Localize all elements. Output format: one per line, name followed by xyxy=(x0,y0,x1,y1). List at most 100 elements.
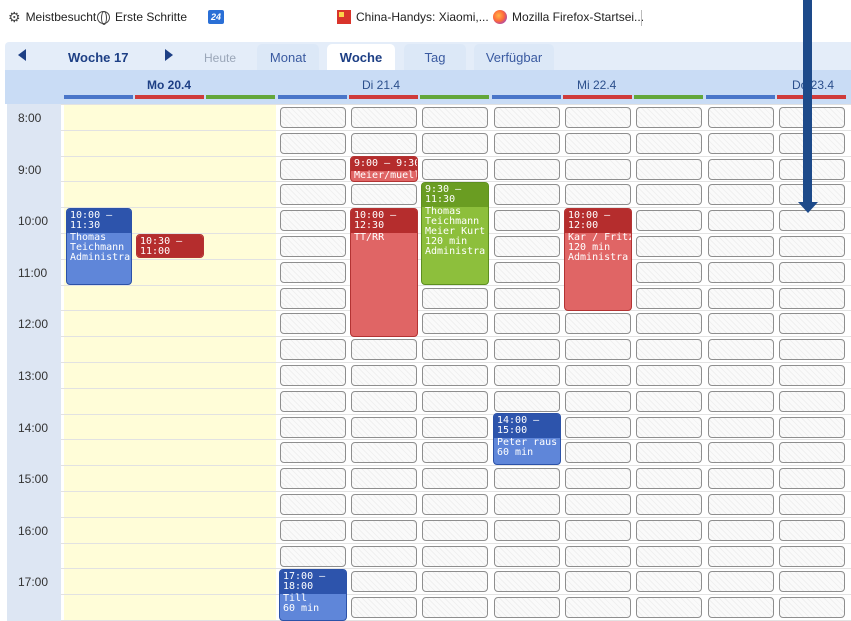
available-slot[interactable] xyxy=(280,391,346,412)
available-slot[interactable] xyxy=(565,339,631,360)
tab-woche[interactable]: Woche xyxy=(327,44,395,70)
available-slot[interactable] xyxy=(779,159,845,180)
available-slot[interactable] xyxy=(280,236,346,257)
calendar-event[interactable]: 10:30 – 11:00 xyxy=(136,234,204,258)
available-slot[interactable] xyxy=(351,520,417,541)
available-slot[interactable] xyxy=(494,494,560,515)
available-slot[interactable] xyxy=(636,597,702,618)
available-slot[interactable] xyxy=(280,546,346,567)
available-slot[interactable] xyxy=(565,159,631,180)
available-slot[interactable] xyxy=(636,339,702,360)
available-slot[interactable] xyxy=(708,133,774,154)
calendar-event[interactable]: 9:00 – 9:30 Meier/muell xyxy=(350,156,418,182)
available-slot[interactable] xyxy=(779,133,845,154)
available-slot[interactable] xyxy=(565,442,631,463)
available-slot[interactable] xyxy=(779,417,845,438)
available-slot[interactable] xyxy=(708,159,774,180)
available-slot[interactable] xyxy=(708,210,774,231)
available-slot[interactable] xyxy=(636,184,702,205)
available-slot[interactable] xyxy=(494,339,560,360)
available-slot[interactable] xyxy=(708,339,774,360)
available-slot[interactable] xyxy=(565,365,631,386)
available-slot[interactable] xyxy=(422,391,488,412)
available-slot[interactable] xyxy=(565,597,631,618)
available-slot[interactable] xyxy=(636,262,702,283)
day-header-mi[interactable]: Mi 22.4 xyxy=(577,78,616,92)
available-slot[interactable] xyxy=(494,107,560,128)
available-slot[interactable] xyxy=(779,597,845,618)
available-slot[interactable] xyxy=(779,236,845,257)
tab-tag[interactable]: Tag xyxy=(404,44,466,70)
available-slot[interactable] xyxy=(422,520,488,541)
available-slot[interactable] xyxy=(351,107,417,128)
available-slot[interactable] xyxy=(422,468,488,489)
available-slot[interactable] xyxy=(565,417,631,438)
available-slot[interactable] xyxy=(422,133,488,154)
next-week-arrow-icon[interactable] xyxy=(165,49,173,61)
available-slot[interactable] xyxy=(494,133,560,154)
available-slot[interactable] xyxy=(708,417,774,438)
available-slot[interactable] xyxy=(779,313,845,334)
bookmark-china-handys[interactable]: China-Handys: Xiaomi,... xyxy=(337,10,489,24)
available-slot[interactable] xyxy=(636,288,702,309)
available-slot[interactable] xyxy=(280,520,346,541)
available-slot[interactable] xyxy=(494,468,560,489)
available-slot[interactable] xyxy=(636,236,702,257)
available-slot[interactable] xyxy=(494,365,560,386)
available-slot[interactable] xyxy=(351,468,417,489)
available-slot[interactable] xyxy=(422,107,488,128)
available-slot[interactable] xyxy=(708,571,774,592)
available-slot[interactable] xyxy=(280,339,346,360)
available-slot[interactable] xyxy=(708,236,774,257)
available-slot[interactable] xyxy=(351,365,417,386)
available-slot[interactable] xyxy=(636,391,702,412)
available-slot[interactable] xyxy=(779,442,845,463)
available-slot[interactable] xyxy=(351,339,417,360)
available-slot[interactable] xyxy=(422,288,488,309)
available-slot[interactable] xyxy=(494,391,560,412)
available-slot[interactable] xyxy=(494,546,560,567)
available-slot[interactable] xyxy=(708,494,774,515)
available-slot[interactable] xyxy=(494,210,560,231)
bookmark-24[interactable]: 24 xyxy=(208,10,229,24)
available-slot[interactable] xyxy=(636,210,702,231)
available-slot[interactable] xyxy=(351,494,417,515)
available-slot[interactable] xyxy=(422,442,488,463)
available-slot[interactable] xyxy=(494,288,560,309)
calendar-event[interactable]: 14:00 – 15:00 Peter raus 60 min xyxy=(493,413,561,465)
available-slot[interactable] xyxy=(494,159,560,180)
available-slot[interactable] xyxy=(280,107,346,128)
available-slot[interactable] xyxy=(494,597,560,618)
available-slot[interactable] xyxy=(708,184,774,205)
available-slot[interactable] xyxy=(280,210,346,231)
available-slot[interactable] xyxy=(636,468,702,489)
day-header-mo[interactable]: Mo 20.4 xyxy=(147,78,191,92)
available-slot[interactable] xyxy=(280,417,346,438)
available-slot[interactable] xyxy=(779,494,845,515)
available-slot[interactable] xyxy=(565,468,631,489)
available-slot[interactable] xyxy=(779,339,845,360)
calendar-event[interactable]: 10:00 – 12:30 TT/RR xyxy=(350,208,418,337)
available-slot[interactable] xyxy=(422,546,488,567)
available-slot[interactable] xyxy=(494,236,560,257)
available-slot[interactable] xyxy=(280,468,346,489)
day-header-do[interactable]: Do 23.4 xyxy=(792,78,834,92)
available-slot[interactable] xyxy=(422,313,488,334)
available-slot[interactable] xyxy=(779,468,845,489)
available-slot[interactable] xyxy=(280,159,346,180)
available-slot[interactable] xyxy=(779,210,845,231)
available-slot[interactable] xyxy=(565,184,631,205)
available-slot[interactable] xyxy=(708,391,774,412)
available-slot[interactable] xyxy=(708,442,774,463)
available-slot[interactable] xyxy=(636,159,702,180)
available-slot[interactable] xyxy=(565,494,631,515)
bookmark-firefox-start[interactable]: Mozilla Firefox-Startsei... xyxy=(493,10,644,24)
available-slot[interactable] xyxy=(280,288,346,309)
available-slot[interactable] xyxy=(636,365,702,386)
available-slot[interactable] xyxy=(494,313,560,334)
available-slot[interactable] xyxy=(494,262,560,283)
available-slot[interactable] xyxy=(779,520,845,541)
available-slot[interactable] xyxy=(779,546,845,567)
tab-monat[interactable]: Monat xyxy=(257,44,319,70)
available-slot[interactable] xyxy=(708,313,774,334)
